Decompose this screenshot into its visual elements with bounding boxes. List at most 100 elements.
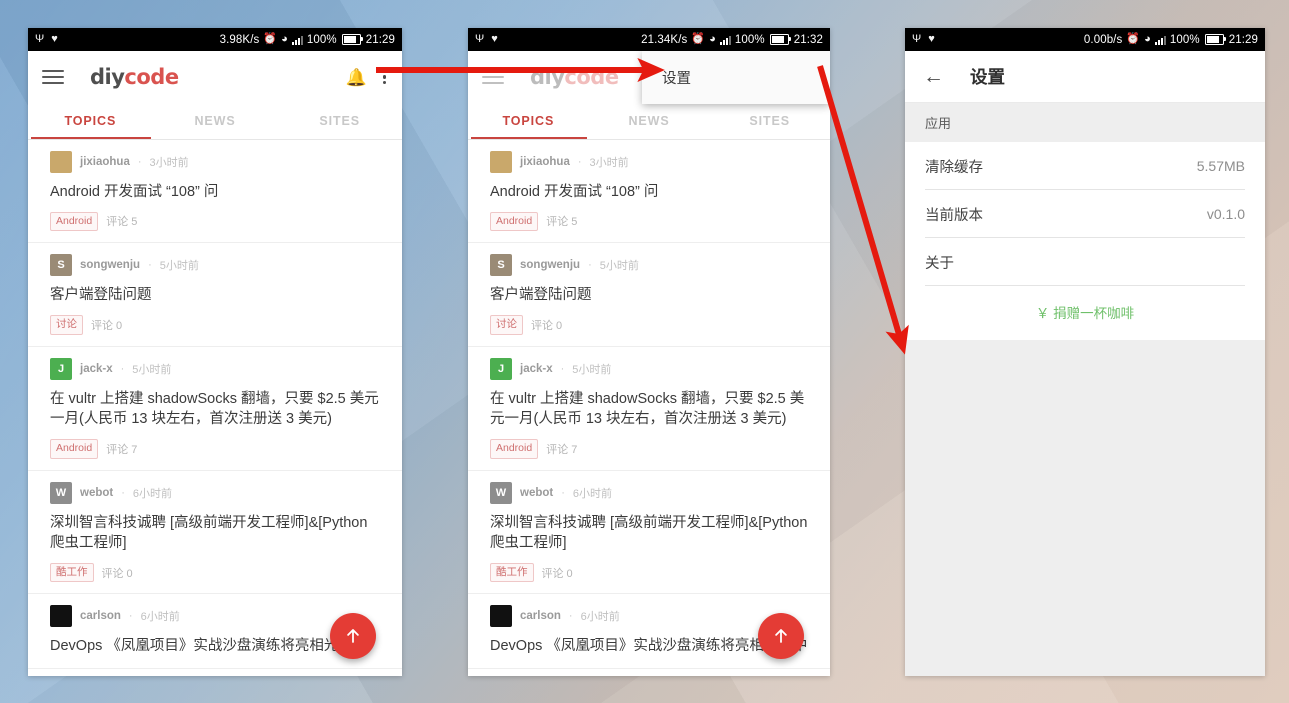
- topic-comment-count: 评论 0: [541, 567, 573, 580]
- list-item[interactable]: jixiaohua · 3小时前 Android 开发面试 “108” 问 An…: [28, 140, 402, 244]
- list-item[interactable]: S songwenju · 5小时前 客户端登陆问题 讨论 评论 0: [468, 243, 830, 347]
- topic-title[interactable]: Android 开发面试 “108” 问: [490, 182, 808, 203]
- topic-username[interactable]: carlson: [520, 610, 561, 622]
- scroll-to-top-fab[interactable]: [330, 613, 376, 659]
- topic-username[interactable]: webot: [80, 487, 113, 499]
- topic-username[interactable]: songwenju: [520, 259, 580, 271]
- avatar-letter: J: [497, 362, 505, 375]
- wifi-icon: ◕: [709, 33, 716, 45]
- tab-sites[interactable]: SITES: [709, 114, 830, 128]
- wifi-icon: ◕: [281, 33, 288, 45]
- list-item[interactable]: J jack-x · 5小时前 在 vultr 上搭建 shadowSocks …: [468, 346, 830, 471]
- list-item[interactable]: W webot · 6小时前 深圳智言科技诚聘 [高级前端开发工程师]&[Pyt…: [28, 470, 402, 595]
- separator-dot: ·: [561, 486, 565, 499]
- topic-username[interactable]: jixiaohua: [80, 156, 130, 168]
- tab-news[interactable]: NEWS: [153, 114, 278, 128]
- tab-bar: TOPICS NEWS SITES: [28, 103, 402, 140]
- separator-dot: ·: [120, 362, 125, 375]
- overflow-menu-icon[interactable]: [381, 67, 388, 88]
- topic-username[interactable]: jixiaohua: [520, 156, 570, 168]
- topic-title[interactable]: Android 开发面试 “108” 问: [50, 182, 380, 203]
- topic-comment-count: 评论 7: [546, 443, 578, 456]
- topic-title[interactable]: 在 vultr 上搭建 shadowSocks 翻墙，只要 $2.5 美元一月(…: [50, 389, 380, 430]
- logo-text-diy: diy: [90, 65, 125, 89]
- topic-comment-count: 评论 7: [106, 443, 138, 456]
- wifi-icon: ◕: [1144, 33, 1151, 45]
- topic-tag[interactable]: Android: [490, 438, 539, 459]
- topic-username[interactable]: jack-x: [80, 363, 113, 375]
- settings-app-bar: ← 设置: [905, 51, 1265, 103]
- list-item[interactable]: W webot · 6小时前 深圳智言科技诚聘 [高级前端开发工程师]&[Pyt…: [468, 470, 830, 595]
- tab-sites[interactable]: SITES: [277, 114, 402, 128]
- tab-topics[interactable]: TOPICS: [468, 114, 589, 128]
- tab-active-indicator: [31, 137, 151, 139]
- hamburger-icon[interactable]: [42, 70, 64, 84]
- arrow-menu-to-settings: [817, 65, 909, 355]
- topic-username[interactable]: jack-x: [520, 363, 553, 375]
- status-bar: Ψ ♥ 3.98K/s ⏰ ◕ 100% 21:29: [28, 28, 402, 51]
- settings-row-clear-cache[interactable]: 清除缓存 5.57MB: [905, 142, 1265, 190]
- battery-percent-text: 100%: [306, 33, 337, 46]
- avatar-letter: S: [57, 259, 65, 272]
- topic-username[interactable]: carlson: [80, 610, 121, 622]
- scroll-to-top-fab[interactable]: [758, 613, 804, 659]
- topics-list: jixiaohua · 3小时前 Android 开发面试 “108” 问 An…: [468, 140, 830, 670]
- tab-active-indicator: [471, 137, 587, 139]
- topic-tag[interactable]: Android: [490, 211, 539, 232]
- usb-icon: Ψ: [475, 33, 485, 45]
- screenshot-canvas: Ψ ♥ 3.98K/s ⏰ ◕ 100% 21:29 diycode 🔔 TOP…: [0, 0, 1289, 703]
- topic-title[interactable]: 深圳智言科技诚聘 [高级前端开发工程师]&[Python 爬虫工程师]: [490, 513, 808, 554]
- topic-tag[interactable]: 讨论: [490, 314, 523, 335]
- phone-screenshot-overflow-menu-open: Ψ ♥ 21.34K/s ⏰ ◕ 100% 21:32 diycode 设置: [468, 28, 830, 676]
- separator-dot: ·: [577, 156, 582, 168]
- tab-news[interactable]: NEWS: [589, 114, 710, 128]
- topic-title[interactable]: 深圳智言科技诚聘 [高级前端开发工程师]&[Python 爬虫工程师]: [50, 513, 380, 554]
- topic-tag[interactable]: 讨论: [50, 314, 83, 335]
- settings-row-version[interactable]: 当前版本 v0.1.0: [905, 190, 1265, 238]
- topic-tag[interactable]: Android: [50, 438, 99, 459]
- topic-username[interactable]: webot: [520, 487, 553, 499]
- topic-time: 5小时前: [159, 260, 199, 273]
- topic-tag[interactable]: 酷工作: [490, 562, 534, 583]
- avatar: S: [490, 254, 512, 277]
- avatar: S: [50, 254, 72, 277]
- topic-username[interactable]: songwenju: [80, 259, 140, 271]
- battery-icon: [769, 34, 791, 45]
- battery-percent-text: 100%: [734, 33, 765, 46]
- battery-icon: [341, 34, 363, 45]
- topic-time: 6小时前: [132, 487, 173, 500]
- status-bar: Ψ ♥ 21.34K/s ⏰ ◕ 100% 21:32: [468, 28, 830, 51]
- clock-text: 21:29: [1228, 33, 1258, 46]
- topic-time: 6小时前: [140, 611, 180, 624]
- settings-row-about[interactable]: 关于: [905, 238, 1265, 286]
- topic-title[interactable]: 在 vultr 上搭建 shadowSocks 翻墙，只要 $2.5 美元一月(…: [490, 389, 808, 430]
- avatar: [50, 605, 72, 628]
- separator-dot: ·: [560, 362, 565, 375]
- avatar: J: [50, 357, 72, 380]
- topic-tag[interactable]: Android: [50, 211, 99, 232]
- app-logo: diycode: [90, 65, 179, 89]
- clock-text: 21:32: [793, 33, 823, 46]
- app-bar: diycode 🔔: [28, 51, 402, 103]
- menu-item-settings[interactable]: 设置: [642, 51, 830, 104]
- battery-percent-text: 100%: [1169, 33, 1200, 46]
- list-item[interactable]: S songwenju · 5小时前 客户端登陆问题 讨论 评论 0: [28, 243, 402, 347]
- back-arrow-icon[interactable]: ←: [923, 66, 944, 87]
- topic-time: 6小时前: [580, 611, 620, 624]
- topic-title[interactable]: 客户端登陆问题: [50, 285, 380, 306]
- avatar-letter: J: [57, 362, 65, 375]
- bell-icon[interactable]: 🔔: [346, 69, 367, 86]
- list-item[interactable]: J jack-x · 5小时前 在 vultr 上搭建 shadowSocks …: [28, 346, 402, 471]
- tab-topics[interactable]: TOPICS: [28, 114, 153, 128]
- phone-screenshot-topics-list: Ψ ♥ 3.98K/s ⏰ ◕ 100% 21:29 diycode 🔔 TOP…: [28, 28, 402, 676]
- list-item[interactable]: jixiaohua · 3小时前 Android 开发面试 “108” 问 An…: [468, 140, 830, 244]
- topic-title[interactable]: 客户端登陆问题: [490, 285, 808, 306]
- topic-tag[interactable]: 酷工作: [50, 562, 94, 583]
- shield-icon: ♥: [491, 33, 498, 45]
- battery-icon: [1204, 34, 1226, 45]
- donate-coffee-link[interactable]: ￥ 捐赠一杯咖啡: [905, 286, 1265, 340]
- shield-icon: ♥: [928, 33, 935, 45]
- clock-text: 21:29: [365, 33, 395, 46]
- avatar-letter: S: [497, 259, 505, 272]
- settings-row-label: 关于: [925, 255, 954, 272]
